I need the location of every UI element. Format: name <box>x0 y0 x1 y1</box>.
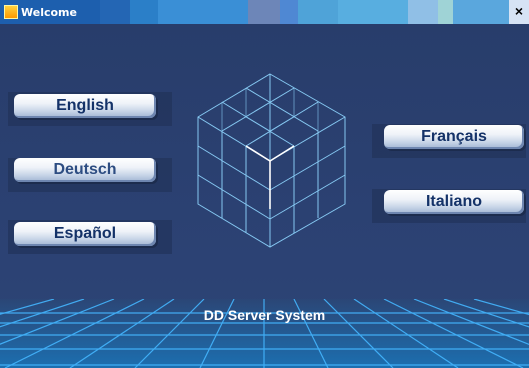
title-bar[interactable]: Welcome × <box>0 0 529 24</box>
francais-button[interactable]: Français <box>384 125 524 149</box>
app-icon <box>4 5 18 19</box>
italiano-button[interactable]: Italiano <box>384 190 524 214</box>
welcome-window: Welcome × English Deutsch Español França… <box>0 0 529 368</box>
close-button[interactable]: × <box>509 0 529 24</box>
welcome-content: English Deutsch Español Français Italian… <box>0 24 529 368</box>
title-bar-stripes <box>100 0 529 24</box>
window-title: Welcome <box>21 5 77 19</box>
deutsch-button[interactable]: Deutsch <box>14 158 156 182</box>
product-name: DD Server System <box>203 307 326 323</box>
english-button[interactable]: English <box>14 94 156 118</box>
espanol-button[interactable]: Español <box>14 222 156 246</box>
wireframe-cube-graphic <box>197 73 346 248</box>
